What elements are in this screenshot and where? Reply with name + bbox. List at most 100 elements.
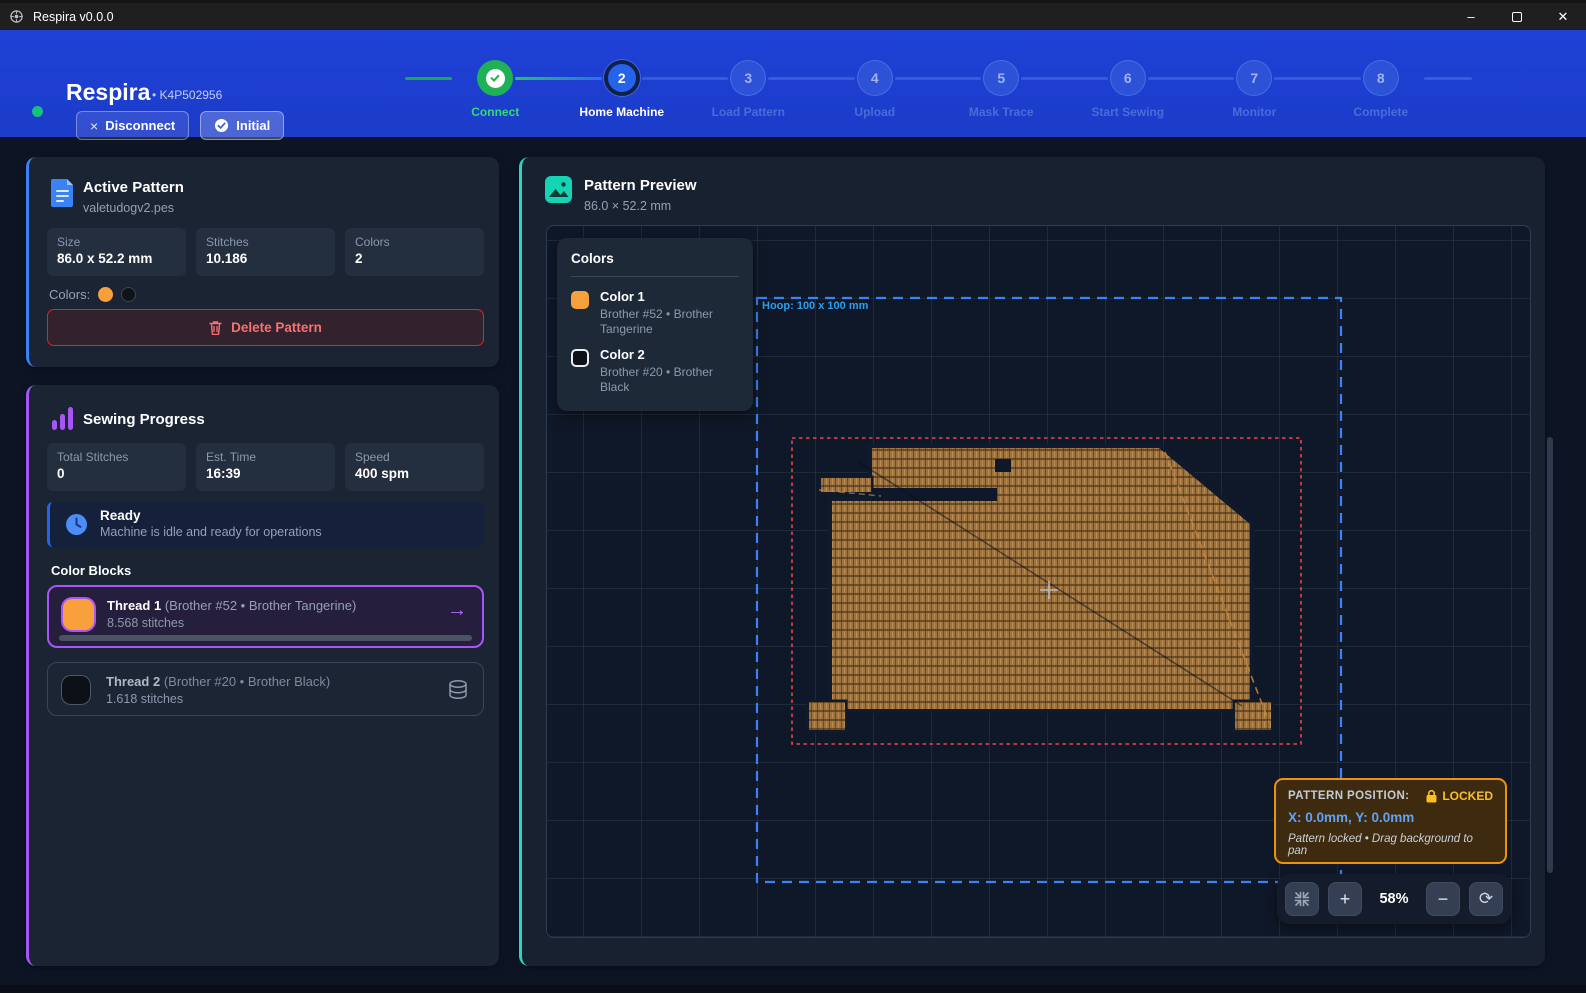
thread-1-row[interactable]: Thread 1 (Brother #52 • Brother Tangerin… xyxy=(47,585,484,648)
pattern-dimensions: 86.0 × 52.2 mm xyxy=(584,199,697,213)
window-title: Respira v0.0.0 xyxy=(33,10,114,24)
pattern-position-overlay: PATTERN POSITION: LOCKED X: 0.0mm, Y: 0.… xyxy=(1274,778,1507,864)
stepper-track xyxy=(405,77,452,80)
legend-item-color1: Color 1 Brother #52 • Brother Tangerine xyxy=(571,289,739,337)
minus-icon: − xyxy=(1438,889,1449,910)
step-upload[interactable]: 4 Upload xyxy=(812,60,939,119)
color-blocks-label: Color Blocks xyxy=(51,563,131,578)
delete-pattern-button[interactable]: Delete Pattern xyxy=(47,309,484,346)
file-icon xyxy=(50,177,76,207)
plus-icon: + xyxy=(1340,889,1351,910)
pan-hint: Pattern locked • Drag background to pan xyxy=(1288,833,1493,857)
step-home-machine-circle: 2 xyxy=(604,60,640,96)
sewing-progress-card: Sewing Progress Total Stitches 0 Est. Ti… xyxy=(26,385,499,966)
step-start-sewing-circle: 6 xyxy=(1110,60,1146,96)
preview-canvas[interactable]: Hoop: 100 x 100 mm Colors Color 1 Brothe… xyxy=(546,225,1531,938)
stepper-track xyxy=(895,77,982,80)
minimize-icon: – xyxy=(1467,9,1474,24)
thread-1-name: Thread 1 (Brother #52 • Brother Tangerin… xyxy=(107,598,356,613)
layers-icon xyxy=(448,679,468,701)
initial-button[interactable]: Initial xyxy=(200,111,284,140)
divider xyxy=(571,276,739,277)
step-start-sewing[interactable]: 6 Start Sewing xyxy=(1065,60,1192,119)
step-home-machine[interactable]: 2 Home Machine xyxy=(559,60,686,119)
thread-2-swatch xyxy=(62,676,90,704)
bar-chart-icon xyxy=(52,407,73,430)
title-bar: Respira v0.0.0 – ✕ xyxy=(0,0,1586,30)
zoom-level: 58% xyxy=(1371,891,1417,907)
thread-1-swatch xyxy=(63,599,94,630)
zoom-out-button[interactable]: − xyxy=(1426,882,1460,916)
close-button[interactable]: ✕ xyxy=(1540,3,1586,30)
status-subtitle: Machine is idle and ready for operations xyxy=(100,525,484,539)
lock-icon xyxy=(1426,790,1437,803)
color-swatch-black xyxy=(121,287,136,302)
stepper-track xyxy=(642,77,729,80)
step-upload-circle: 4 xyxy=(857,60,893,96)
pattern-preview-title: Pattern Preview xyxy=(584,177,697,194)
scrollbar-thumb[interactable] xyxy=(1547,437,1553,873)
pattern-preview-card: Pattern Preview 86.0 × 52.2 mm xyxy=(519,157,1545,966)
workflow-stepper: Connect 2 Home Machine 3 Load Pattern 4 … xyxy=(432,60,1444,119)
stat-colors: Colors 2 xyxy=(345,228,484,276)
thread-2-stitches: 1.618 stitches xyxy=(106,692,330,706)
colors-legend: Colors Color 1 Brother #52 • Brother Tan… xyxy=(557,238,753,411)
sewing-progress-title: Sewing Progress xyxy=(83,411,205,428)
background-window-edge xyxy=(0,985,1586,993)
stepper-track xyxy=(768,77,855,80)
active-pattern-card: Active Pattern valetudogv2.pes Size 86.0… xyxy=(26,157,499,367)
thread-1-progress-bar xyxy=(59,635,472,641)
hoop-size-label: Hoop: 100 x 100 mm xyxy=(762,300,868,312)
step-monitor-circle: 7 xyxy=(1236,60,1272,96)
image-icon xyxy=(544,175,573,204)
pattern-coordinates: X: 0.0mm, Y: 0.0mm xyxy=(1288,810,1493,825)
stepper-track xyxy=(1424,77,1472,80)
status-title: Ready xyxy=(100,508,484,523)
maximize-icon xyxy=(1512,12,1522,22)
fit-to-screen-button[interactable] xyxy=(1285,882,1319,916)
embroidery-pattern xyxy=(809,448,1271,730)
step-complete[interactable]: 8 Complete xyxy=(1318,60,1445,119)
locked-badge: LOCKED xyxy=(1426,789,1493,803)
reset-icon: ⟳ xyxy=(1479,889,1493,909)
arrow-right-icon: → xyxy=(447,599,467,622)
step-mask-trace-circle: 5 xyxy=(983,60,1019,96)
fit-to-screen-icon xyxy=(1294,891,1310,907)
stepper-track xyxy=(515,77,602,80)
zoom-controls: + 58% − ⟳ xyxy=(1277,874,1511,924)
x-icon: × xyxy=(90,118,98,134)
step-monitor[interactable]: 7 Monitor xyxy=(1191,60,1318,119)
connection-status-dot xyxy=(32,106,43,117)
disconnect-button[interactable]: × Disconnect xyxy=(76,111,189,140)
step-connect-circle xyxy=(477,60,513,96)
active-pattern-title: Active Pattern xyxy=(83,179,184,196)
reset-view-button[interactable]: ⟳ xyxy=(1469,882,1503,916)
step-complete-circle: 8 xyxy=(1363,60,1399,96)
app-name: Respira xyxy=(66,79,150,106)
stat-est-time: Est. Time 16:39 xyxy=(196,443,335,491)
app-window-icon xyxy=(9,9,24,24)
machine-serial: • K4P502956 xyxy=(152,88,222,102)
check-circle-icon xyxy=(214,118,229,133)
colors-row-label: Colors: xyxy=(49,287,90,302)
thread-2-row[interactable]: Thread 2 (Brother #20 • Brother Black) 1… xyxy=(47,662,484,716)
clock-icon xyxy=(65,513,88,536)
stat-total-stitches: Total Stitches 0 xyxy=(47,443,186,491)
maximize-button[interactable] xyxy=(1494,3,1540,30)
legend-swatch-orange xyxy=(571,291,589,309)
step-mask-trace[interactable]: 5 Mask Trace xyxy=(938,60,1065,119)
thread-2-name: Thread 2 (Brother #20 • Brother Black) xyxy=(106,674,330,689)
stat-speed: Speed 400 spm xyxy=(345,443,484,491)
step-load-pattern[interactable]: 3 Load Pattern xyxy=(685,60,812,119)
step-load-pattern-circle: 3 xyxy=(730,60,766,96)
legend-item-color2: Color 2 Brother #20 • Brother Black xyxy=(571,347,739,395)
stat-stitches: Stitches 10.186 xyxy=(196,228,335,276)
color-swatch-orange xyxy=(98,287,113,302)
minimize-button[interactable]: – xyxy=(1448,3,1494,30)
stepper-track xyxy=(1274,77,1361,80)
stepper-track xyxy=(1148,77,1235,80)
step-connect[interactable]: Connect xyxy=(432,60,559,119)
stepper-track xyxy=(1021,77,1108,80)
close-icon: ✕ xyxy=(1558,9,1569,25)
zoom-in-button[interactable]: + xyxy=(1328,882,1362,916)
